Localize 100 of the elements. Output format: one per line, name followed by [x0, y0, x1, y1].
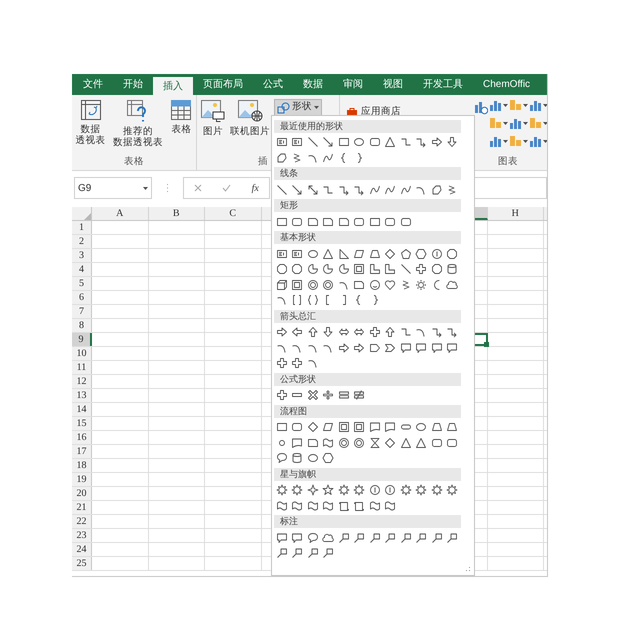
cloud-icon[interactable] — [322, 532, 334, 544]
elbow-arrow-icon[interactable] — [430, 326, 443, 338]
burst-icon[interactable] — [338, 484, 350, 496]
donut-icon[interactable] — [306, 278, 319, 291]
rectangle-icon[interactable] — [276, 216, 288, 228]
resize-grip-icon[interactable] — [465, 566, 471, 572]
row-header[interactable]: 14 — [72, 403, 92, 416]
line-callout-icon[interactable] — [338, 532, 350, 544]
wave-icon[interactable] — [384, 500, 396, 512]
seal-icon[interactable] — [384, 484, 396, 496]
row-header[interactable]: 21 — [72, 501, 92, 514]
ribbon-button[interactable]: 图片 — [200, 99, 226, 137]
line-callout-icon[interactable] — [306, 547, 319, 560]
wave-icon[interactable] — [276, 500, 288, 512]
oval-callout-icon[interactable] — [306, 532, 319, 544]
row-header[interactable]: 12 — [72, 375, 92, 388]
line-icon[interactable] — [306, 136, 319, 148]
scribble-icon[interactable] — [400, 278, 412, 291]
burst-icon[interactable] — [400, 484, 412, 496]
diamond-icon[interactable] — [306, 421, 319, 434]
document-icon[interactable] — [291, 436, 304, 449]
column-header[interactable]: A — [92, 207, 148, 220]
line-callout-icon[interactable] — [353, 532, 366, 544]
row-header[interactable]: 25 — [72, 557, 92, 570]
ribbon-button[interactable]: 联机图片 — [230, 99, 270, 137]
octagon-icon[interactable] — [430, 263, 443, 276]
brackets-icon[interactable] — [291, 294, 304, 306]
plus-icon[interactable] — [291, 357, 304, 370]
elbow-arrow-icon[interactable] — [446, 326, 458, 338]
row-header[interactable]: 5 — [72, 277, 92, 290]
pentagon-arrow-icon[interactable] — [368, 342, 381, 354]
multiply-icon[interactable] — [306, 389, 319, 402]
chart-icon[interactable] — [529, 135, 542, 147]
right-arrow-icon[interactable] — [338, 342, 350, 354]
column-header[interactable]: B — [148, 207, 205, 220]
elbow-arrow-icon[interactable] — [415, 136, 428, 148]
line-icon[interactable] — [400, 263, 412, 276]
elbow-arrow-icon[interactable] — [338, 184, 350, 196]
line-callout-icon[interactable] — [322, 547, 334, 560]
row-header[interactable]: 6 — [72, 291, 92, 304]
plus-icon[interactable] — [276, 389, 288, 402]
wave-icon[interactable] — [306, 500, 319, 512]
plus-icon[interactable] — [415, 263, 428, 276]
burst-icon[interactable] — [430, 484, 443, 496]
chart-icon[interactable] — [489, 99, 502, 111]
line-icon[interactable] — [276, 184, 288, 196]
callout-icon[interactable] — [446, 342, 458, 354]
ribbon-tab[interactable]: 插入 — [153, 77, 193, 95]
scribble-icon[interactable] — [446, 184, 458, 196]
star-icon[interactable] — [322, 484, 334, 496]
row-header[interactable]: 11 — [72, 361, 92, 374]
row-header[interactable]: 15 — [72, 417, 92, 430]
double-arrow-line-icon[interactable] — [306, 184, 319, 196]
frame-icon[interactable] — [353, 421, 366, 434]
ribbon-button[interactable]: 推荐的 数据透视表 — [112, 99, 163, 148]
cylinder-icon[interactable] — [446, 263, 458, 276]
hexagon-icon[interactable] — [322, 452, 334, 464]
line-callout-icon[interactable] — [400, 532, 412, 544]
up-arrow-icon[interactable] — [384, 326, 396, 338]
parallelogram-icon[interactable] — [353, 248, 366, 260]
column-header[interactable]: H — [488, 207, 544, 220]
rectangle-icon[interactable] — [338, 136, 350, 148]
curve-icon[interactable] — [368, 184, 381, 196]
row-header[interactable]: 4 — [72, 263, 92, 276]
cylinder-icon[interactable] — [291, 452, 304, 464]
elbow-arrow-icon[interactable] — [353, 184, 366, 196]
scribble-icon[interactable] — [291, 152, 304, 164]
burst-icon[interactable] — [353, 484, 366, 496]
line-callout-icon[interactable] — [446, 532, 458, 544]
frame-icon[interactable] — [338, 421, 350, 434]
diamond-icon[interactable] — [384, 436, 396, 449]
elbow-connector-icon[interactable] — [322, 184, 334, 196]
curve-icon[interactable] — [384, 184, 396, 196]
ribbon-button[interactable]: 表格 — [170, 99, 192, 135]
ribbon-tab[interactable]: 视图 — [373, 74, 413, 95]
text-box-icon[interactable] — [291, 136, 304, 148]
equal-icon[interactable] — [338, 389, 350, 402]
sun-icon[interactable] — [415, 278, 428, 291]
ribbon-tab[interactable]: 审阅 — [333, 74, 373, 95]
plus-icon[interactable] — [368, 326, 381, 338]
octagon-icon[interactable] — [276, 263, 288, 276]
row-header[interactable]: 2 — [72, 235, 92, 248]
oval-callout-icon[interactable] — [276, 452, 288, 464]
donut-icon[interactable] — [353, 436, 366, 449]
chevron-icon[interactable] — [384, 342, 396, 354]
wave-icon[interactable] — [322, 436, 334, 449]
line-callout-icon[interactable] — [384, 532, 396, 544]
scroll-icon[interactable] — [353, 500, 366, 512]
ribbon-tab[interactable]: ChemOffic — [473, 74, 540, 95]
triangle-icon[interactable] — [400, 436, 412, 449]
line-callout-icon[interactable] — [291, 547, 304, 560]
row-header[interactable]: 16 — [72, 431, 92, 444]
hexagon-icon[interactable] — [415, 248, 428, 260]
chart-icon[interactable] — [529, 99, 542, 111]
diamond-icon[interactable] — [384, 248, 396, 260]
wave-icon[interactable] — [291, 500, 304, 512]
donut-icon[interactable] — [338, 436, 350, 449]
line-callout-icon[interactable] — [430, 532, 443, 544]
text-box-icon[interactable] — [276, 248, 288, 260]
row-header[interactable]: 22 — [72, 515, 92, 528]
